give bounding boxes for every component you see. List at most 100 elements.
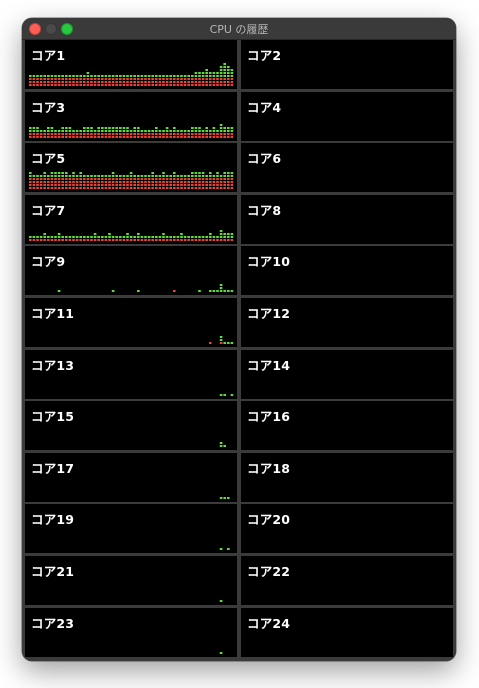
system-load-dot [47,81,50,83]
title-bar[interactable]: CPU の履歴 [22,18,456,40]
system-load-dot [39,181,43,184]
system-load-dot [176,184,180,187]
user-load-dot [54,172,57,175]
user-load-dot [219,600,223,602]
system-load-dot [43,132,46,135]
user-load-dot [79,235,82,238]
system-load-dot [158,181,162,184]
load-history-graph [219,496,230,499]
system-load-dot [133,187,136,190]
user-load-dot [119,126,122,129]
user-load-dot [147,175,151,178]
system-load-dot [216,238,219,241]
system-load-dot [230,81,234,83]
user-load-dot [68,75,72,77]
system-load-dot [219,238,223,241]
system-load-dot [129,84,133,86]
system-load-dot [93,135,97,138]
system-load-dot [119,181,122,184]
user-load-dot [191,175,194,178]
system-load-dot [223,132,226,135]
system-load-dot [191,135,194,138]
user-load-dot [201,75,205,77]
core-graph-9: コア9 [25,246,237,296]
system-load-dot [147,84,151,86]
system-load-dot [115,84,118,86]
system-load-dot [115,181,118,184]
system-load-dot [61,178,64,181]
user-load-dot [165,129,169,132]
system-load-dot [43,135,46,138]
system-load-dot [111,184,115,187]
system-load-dot [72,178,75,181]
user-load-dot [169,129,172,132]
system-load-dot [209,342,212,344]
system-load-dot [209,187,212,190]
system-load-dot [133,178,136,181]
user-load-dot [83,175,86,178]
system-load-dot [101,178,104,181]
user-load-dot [219,72,223,74]
system-load-dot [191,81,194,83]
system-load-dot [137,184,140,187]
user-load-dot [162,75,165,77]
system-load-dot [119,81,122,83]
user-load-dot [183,235,187,238]
system-load-dot [216,78,219,80]
user-load-dot [212,126,216,129]
user-load-dot [230,235,234,238]
system-load-dot [183,238,187,241]
user-load-dot [72,129,75,132]
user-load-dot [32,129,36,132]
core-grid: コア1 コア2 コア3 コア4 コア5 コア6 コア7 コア8 コア9 コア10 コア11 コア12 コ… [25,40,453,657]
core-graph-22: コア22 [241,556,453,605]
user-load-dot [133,235,136,238]
system-load-dot [47,187,50,190]
user-load-dot [111,175,115,178]
system-load-dot [201,84,205,86]
system-load-dot [137,238,140,241]
system-load-dot [158,132,162,135]
system-load-dot [147,187,151,190]
user-load-dot [54,129,57,132]
system-load-dot [140,81,144,83]
system-load-dot [187,187,190,190]
system-load-dot [101,84,104,86]
system-load-dot [194,132,198,135]
system-load-dot [122,132,126,135]
system-load-dot [183,181,187,184]
system-load-dot [165,238,169,241]
system-load-dot [165,78,169,80]
load-history-graph [209,336,234,344]
system-load-dot [115,132,118,135]
user-load-dot [93,235,97,238]
user-load-dot [198,75,201,77]
system-load-dot [223,81,226,83]
user-load-dot [227,290,230,293]
system-load-dot [47,181,50,184]
system-load-dot [108,84,111,86]
system-load-dot [183,81,187,83]
user-load-dot [219,126,223,129]
system-load-dot [29,178,32,181]
user-load-dot [119,75,122,77]
user-load-dot [155,175,158,178]
user-load-dot [212,175,216,178]
system-load-dot [140,135,144,138]
user-load-dot [129,172,133,175]
system-load-dot [147,181,151,184]
user-load-dot [180,235,183,238]
system-load-dot [165,184,169,187]
system-load-dot [75,132,79,135]
system-load-dot [65,135,68,138]
user-load-dot [57,290,61,293]
system-load-dot [47,78,50,80]
user-load-dot [29,75,32,77]
system-load-dot [126,181,129,184]
user-load-dot [227,496,230,499]
system-load-dot [205,184,208,187]
system-load-dot [32,78,36,80]
system-load-dot [104,238,108,241]
user-load-dot [205,72,208,74]
system-load-dot [83,78,86,80]
